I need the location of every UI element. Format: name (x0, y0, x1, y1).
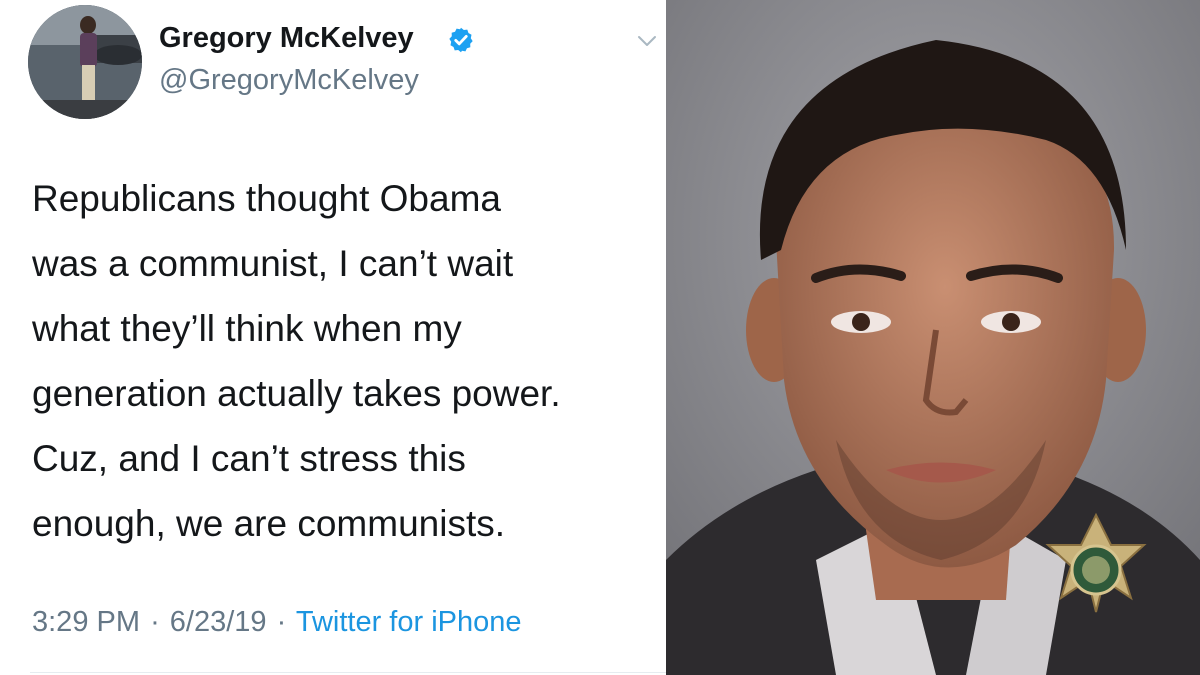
tweet-time[interactable]: 3:29 PM (32, 606, 140, 638)
chevron-down-icon[interactable] (636, 33, 658, 49)
author-avatar[interactable] (28, 5, 142, 119)
tweet-date[interactable]: 6/23/19 (170, 606, 267, 638)
author-handle[interactable]: @GregoryMcKelvey (159, 64, 419, 97)
tweet-text: Republicans thought Obama was a communis… (32, 178, 561, 544)
divider (30, 672, 666, 673)
meta-separator: · (276, 606, 287, 638)
verified-badge-icon (449, 27, 473, 53)
avatar-image (28, 5, 142, 119)
booking-photo (666, 0, 1200, 675)
tweet-meta: 3:29 PM · 6/23/19 · Twitter for iPhone (32, 606, 522, 639)
tweet-source-link[interactable]: Twitter for iPhone (296, 606, 522, 638)
mugshot-image (666, 0, 1200, 675)
meta-separator: · (150, 606, 160, 638)
tweet-card: Gregory McKelvey @GregoryMcKelvey Republ… (0, 0, 666, 675)
author-name[interactable]: Gregory McKelvey (159, 22, 414, 55)
